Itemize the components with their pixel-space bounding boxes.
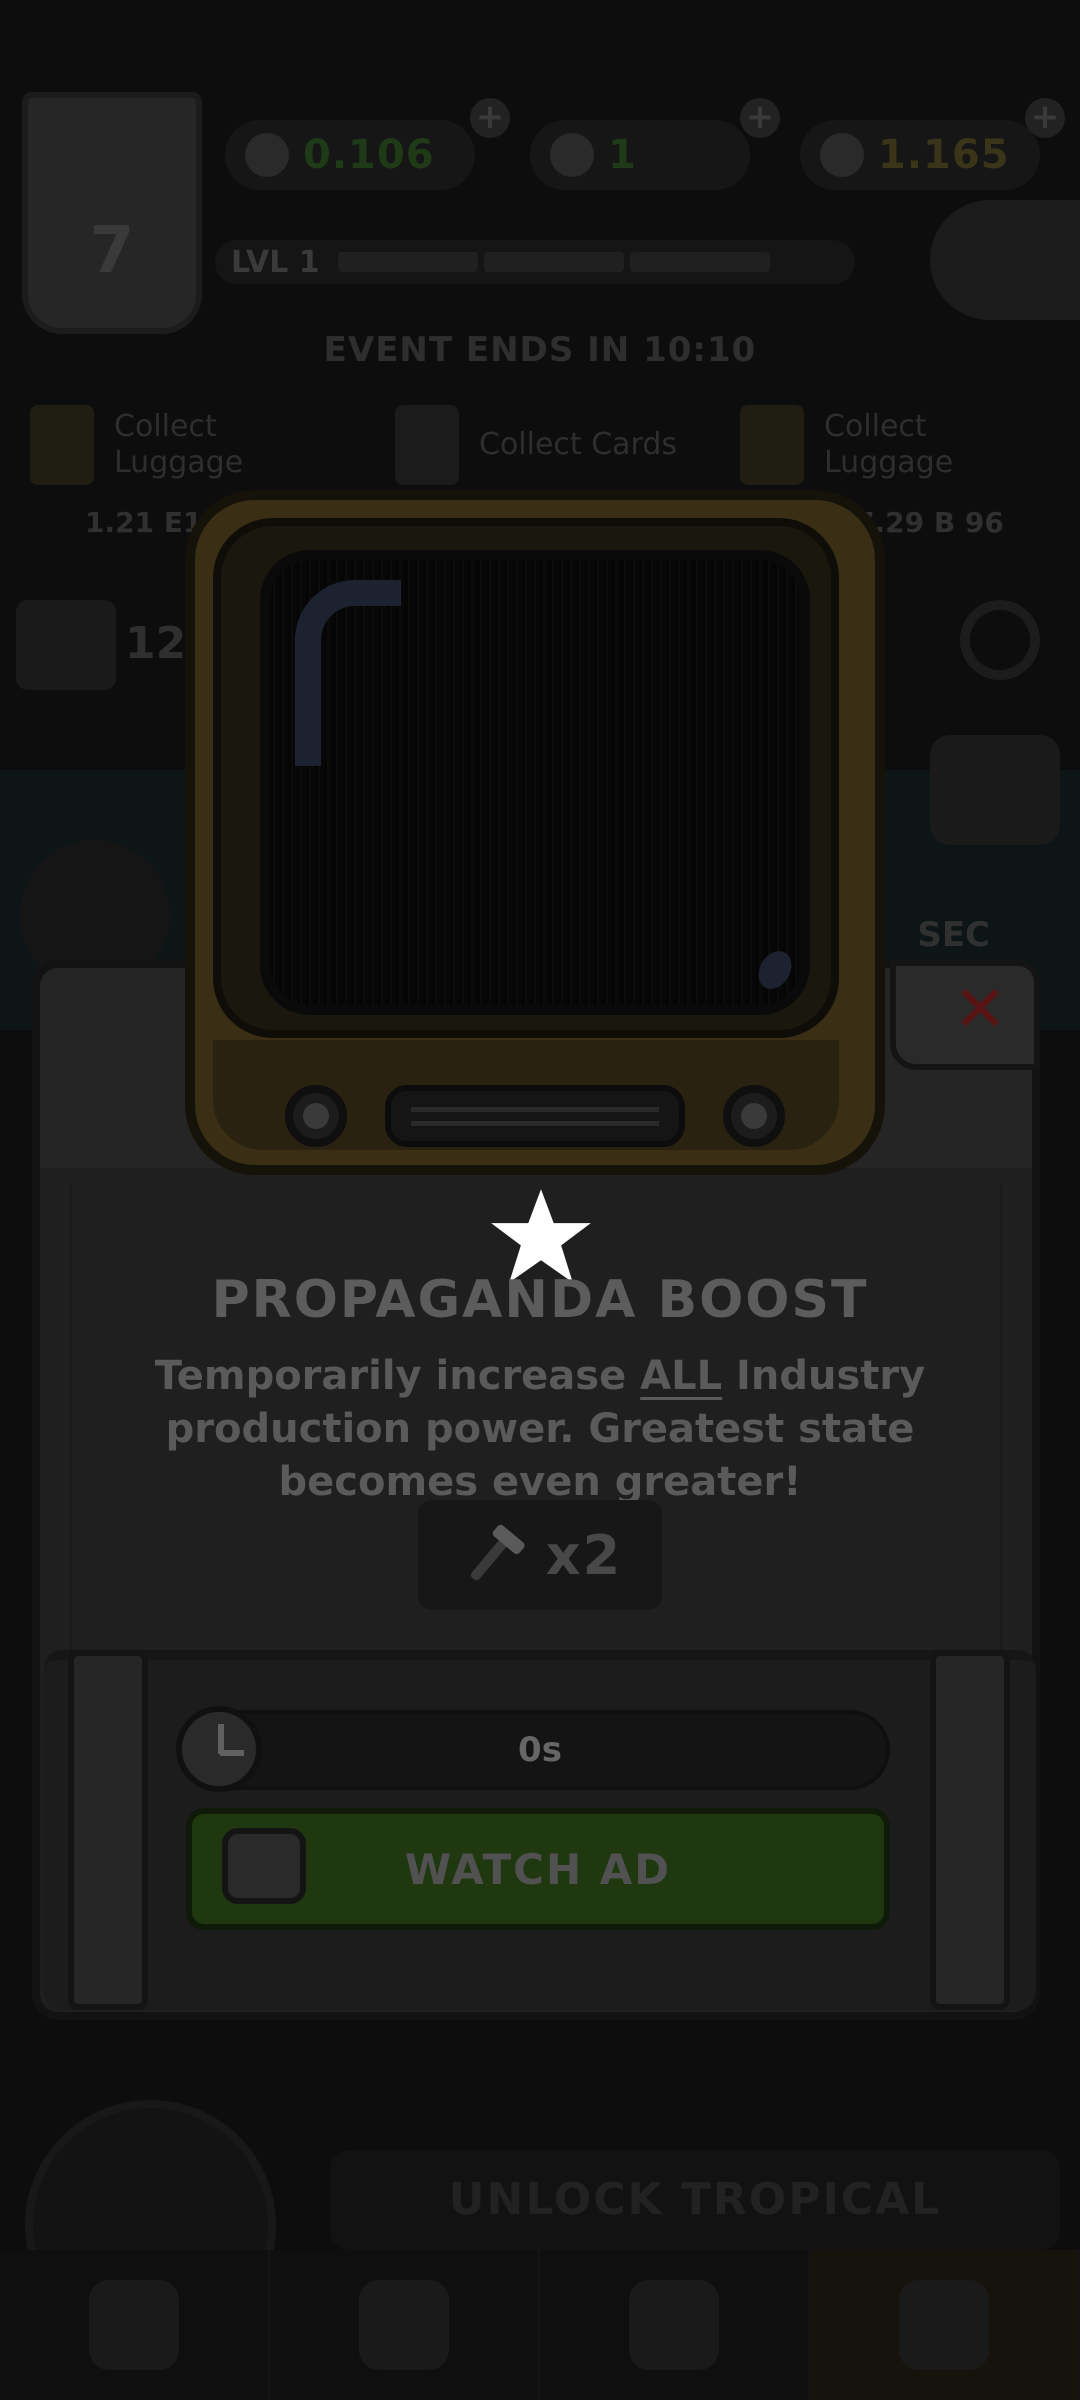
gems-value: 1 — [608, 132, 637, 178]
footer-post — [930, 1650, 1010, 2010]
add-gems-button[interactable]: + — [740, 98, 780, 138]
cash-value: 0.106 — [303, 132, 435, 178]
task-label: Collect — [114, 409, 217, 444]
description-highlight: ALL — [640, 1353, 723, 1399]
tv-icon — [222, 1828, 306, 1904]
footer-post — [68, 1650, 148, 2010]
add-cash-button[interactable]: + — [470, 98, 510, 138]
luggage-icon — [30, 405, 94, 485]
description-text: Temporarily increase — [154, 1353, 641, 1399]
task-collect-luggage-2[interactable]: Collect Luggage — [740, 395, 953, 495]
sec-label: SEC — [917, 915, 990, 955]
cash-icon — [245, 133, 289, 177]
tv-icon — [185, 490, 885, 1175]
add-gold-button[interactable]: + — [1025, 98, 1065, 138]
progress-segment — [629, 252, 770, 272]
map-icon — [89, 2280, 179, 2370]
multiplier-box: x2 — [418, 1500, 662, 1610]
cash-counter: 0.106 — [225, 120, 475, 190]
event-timer-title: EVENT ENDS IN 10:10 — [323, 330, 757, 370]
nav-cards[interactable] — [270, 2250, 540, 2400]
progress-segment — [337, 252, 478, 272]
task-label: Luggage — [114, 445, 244, 480]
level-progress: LVL 1 — [215, 240, 855, 284]
rocket-icon[interactable] — [930, 200, 1080, 320]
clock-icon — [176, 1706, 262, 1792]
watch-ad-button[interactable]: WATCH AD — [186, 1808, 890, 1930]
bottom-navigation — [0, 2250, 1080, 2400]
task-label: Collect — [824, 409, 927, 444]
shop-icon — [899, 2280, 989, 2370]
gold-counter: 1.165 — [800, 120, 1040, 190]
tv-knob — [285, 1085, 347, 1147]
modal-title: PROPAGANDA BOOST — [211, 1270, 869, 1330]
hammer-icon — [470, 1524, 525, 1581]
nav-shop[interactable] — [810, 2250, 1080, 2400]
multiplier-value: x2 — [545, 1523, 623, 1587]
task-collect-cards[interactable]: Collect Cards — [395, 395, 677, 495]
modal-description: Temporarily increase ALL Industry produc… — [90, 1350, 990, 1509]
progress-segment — [483, 252, 624, 272]
gem-icon — [550, 133, 594, 177]
magnify-icon[interactable] — [960, 600, 1040, 680]
gems-counter: 1 — [530, 120, 750, 190]
task-label: Collect Cards — [479, 427, 678, 462]
side-value: 12 — [125, 618, 187, 669]
gold-icon — [820, 133, 864, 177]
close-icon[interactable]: ✕ — [950, 978, 1010, 1042]
luggage-icon — [740, 405, 804, 485]
tv-grill — [385, 1085, 685, 1147]
level-badge-number: 7 — [89, 214, 135, 288]
level-badge[interactable]: 7 — [22, 92, 202, 334]
boost-timer-bar: 0s — [190, 1710, 890, 1790]
card-icon — [395, 405, 459, 485]
tv-glare — [295, 580, 401, 766]
timer-value: 0s — [518, 1730, 562, 1770]
watch-ad-label: WATCH AD — [404, 1844, 672, 1894]
menu-button[interactable] — [930, 735, 1060, 845]
nav-map[interactable] — [0, 2250, 270, 2400]
gold-value: 1.165 — [878, 132, 1010, 178]
unlock-button[interactable]: UNLOCK TROPICAL GARDENS — [330, 2150, 1060, 2325]
cards-icon — [359, 2280, 449, 2370]
task-collect-luggage[interactable]: Collect Luggage — [30, 395, 243, 495]
tv-knob — [723, 1085, 785, 1147]
side-card-icon[interactable] — [16, 600, 116, 690]
task-label: Luggage — [824, 445, 954, 480]
level-label: LVL 1 — [231, 244, 320, 280]
nav-boost[interactable] — [540, 2250, 810, 2400]
boost-icon — [629, 2280, 719, 2370]
